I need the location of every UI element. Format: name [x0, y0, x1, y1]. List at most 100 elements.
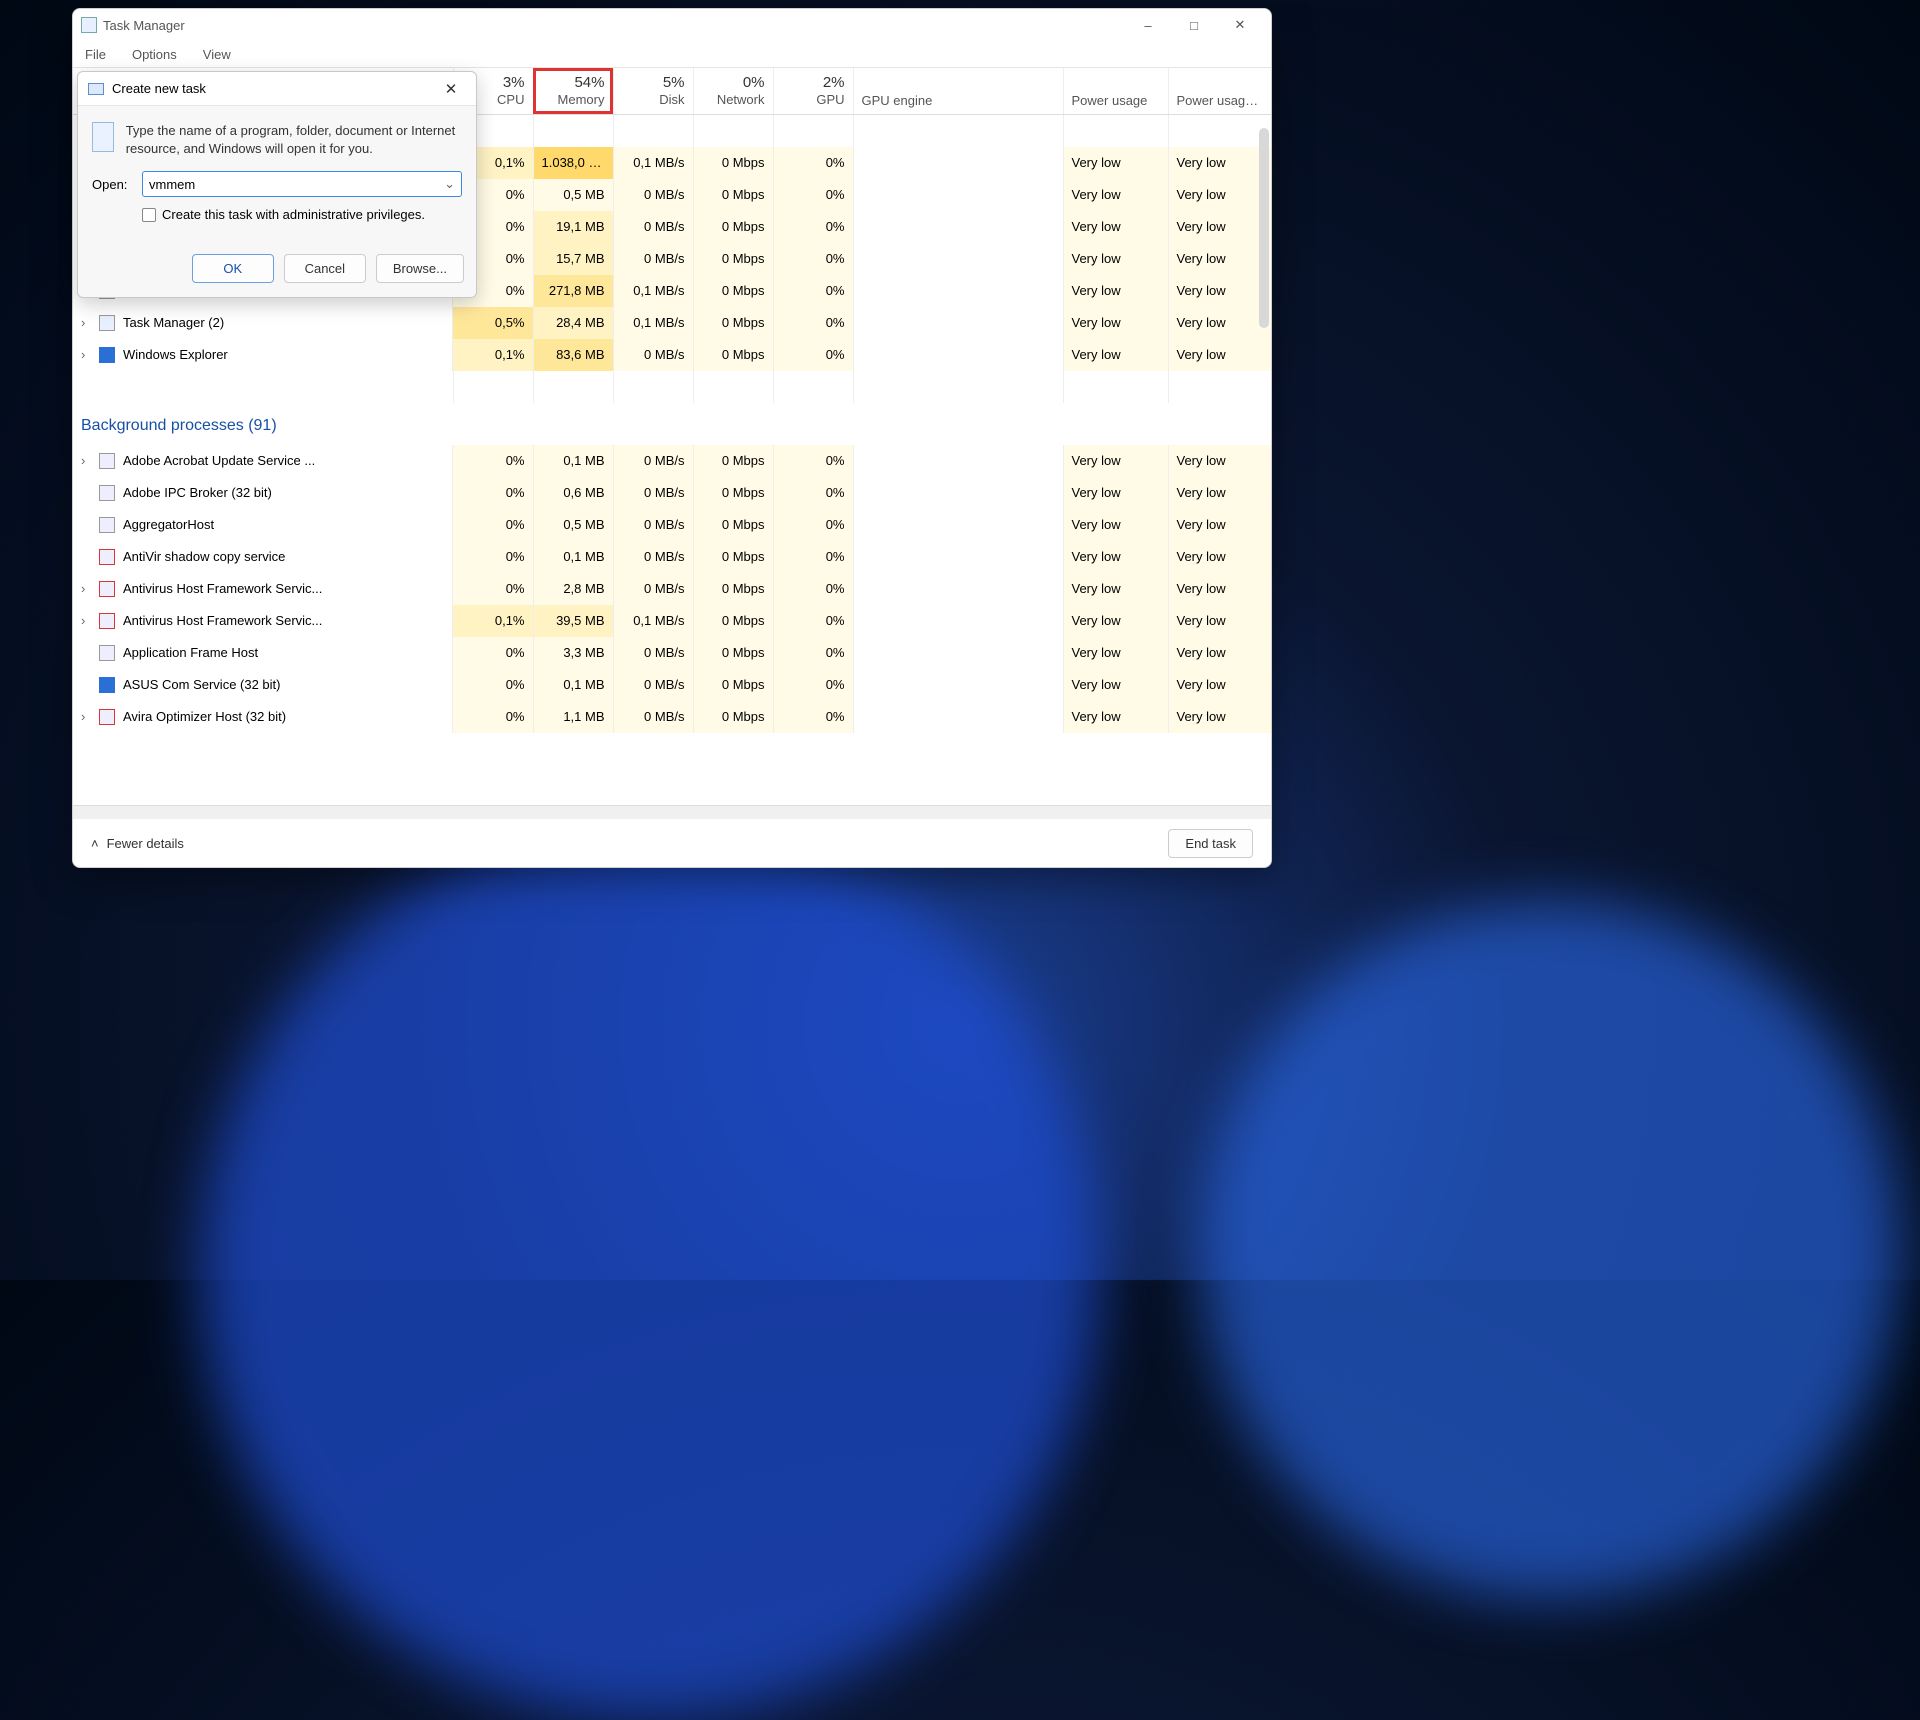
- col-power-trend[interactable]: Power usage tr...: [1168, 68, 1271, 114]
- cell-network: 0 Mbps: [693, 701, 773, 733]
- cell-gpu: 0%: [773, 147, 853, 179]
- col-disk[interactable]: 5%Disk: [613, 68, 693, 114]
- col-gpu-engine[interactable]: GPU engine: [853, 68, 1063, 114]
- cell-cpu: 0%: [453, 541, 533, 573]
- ok-button[interactable]: OK: [192, 254, 274, 283]
- chevron-right-icon[interactable]: ›: [81, 453, 91, 468]
- process-icon: [99, 677, 115, 693]
- process-name: ASUS Com Service (32 bit): [123, 677, 281, 692]
- dialog-description: Type the name of a program, folder, docu…: [126, 122, 462, 157]
- minimize-button[interactable]: –: [1125, 9, 1171, 41]
- cell-power-trend: Very low: [1168, 701, 1271, 733]
- cell-memory: 0,1 MB: [533, 541, 613, 573]
- cell-memory: 271,8 MB: [533, 275, 613, 307]
- process-icon: [99, 613, 115, 629]
- cell-power: Very low: [1063, 275, 1168, 307]
- table-row[interactable]: ›Task Manager (2) 0,5% 28,4 MB 0,1 MB/s …: [73, 307, 1271, 339]
- col-power[interactable]: Power usage: [1063, 68, 1168, 114]
- section-header[interactable]: Background processes (91): [73, 403, 1271, 445]
- menu-options[interactable]: Options: [126, 45, 183, 64]
- table-row[interactable]: ›Antivirus Host Framework Servic... 0% 2…: [73, 573, 1271, 605]
- chevron-right-icon[interactable]: ›: [81, 581, 91, 596]
- cell-power-trend: Very low: [1168, 339, 1271, 371]
- table-row[interactable]: Adobe IPC Broker (32 bit) 0% 0,6 MB 0 MB…: [73, 477, 1271, 509]
- table-row[interactable]: ›Adobe Acrobat Update Service ... 0% 0,1…: [73, 445, 1271, 477]
- col-gpu[interactable]: 2%GPU: [773, 68, 853, 114]
- cell-disk: 0,1 MB/s: [613, 307, 693, 339]
- menubar: File Options View: [73, 41, 1271, 67]
- cell-power: Very low: [1063, 509, 1168, 541]
- process-name: Antivirus Host Framework Servic...: [123, 581, 322, 596]
- cell-cpu: 0%: [453, 637, 533, 669]
- cell-power: Very low: [1063, 307, 1168, 339]
- cell-power: Very low: [1063, 445, 1168, 477]
- menu-file[interactable]: File: [79, 45, 112, 64]
- cell-network: 0 Mbps: [693, 211, 773, 243]
- cell-power: Very low: [1063, 701, 1168, 733]
- cell-power-trend: Very low: [1168, 211, 1271, 243]
- menu-view[interactable]: View: [197, 45, 237, 64]
- cell-power-trend: Very low: [1168, 605, 1271, 637]
- open-combobox[interactable]: ⌄: [142, 171, 462, 197]
- admin-checkbox[interactable]: [142, 208, 156, 222]
- table-row[interactable]: ›Antivirus Host Framework Servic... 0,1%…: [73, 605, 1271, 637]
- cell-gpu-engine: [853, 243, 1063, 275]
- chevron-down-icon[interactable]: ⌄: [444, 176, 455, 192]
- end-task-button[interactable]: End task: [1168, 829, 1253, 858]
- process-icon: [99, 709, 115, 725]
- cell-power: Very low: [1063, 573, 1168, 605]
- process-name: AntiVir shadow copy service: [123, 549, 285, 564]
- cell-disk: 0 MB/s: [613, 445, 693, 477]
- chevron-right-icon[interactable]: ›: [81, 613, 91, 628]
- cell-gpu: 0%: [773, 669, 853, 701]
- admin-label: Create this task with administrative pri…: [162, 207, 425, 222]
- horizontal-scrollbar[interactable]: [73, 805, 1271, 819]
- cell-gpu-engine: [853, 669, 1063, 701]
- cell-disk: 0 MB/s: [613, 243, 693, 275]
- browse-button[interactable]: Browse...: [376, 254, 464, 283]
- open-input[interactable]: [149, 177, 444, 192]
- process-icon: [99, 315, 115, 331]
- cell-memory: 39,5 MB: [533, 605, 613, 637]
- cell-gpu: 0%: [773, 637, 853, 669]
- fewer-details-toggle[interactable]: ˄ Fewer details: [91, 836, 184, 851]
- table-row[interactable]: Application Frame Host 0% 3,3 MB 0 MB/s …: [73, 637, 1271, 669]
- run-dialog-icon: [88, 83, 104, 95]
- process-name: AggregatorHost: [123, 517, 214, 532]
- cancel-button[interactable]: Cancel: [284, 254, 366, 283]
- cell-network: 0 Mbps: [693, 573, 773, 605]
- cell-cpu: 0,1%: [453, 605, 533, 637]
- process-icon: [99, 517, 115, 533]
- table-row[interactable]: ›Avira Optimizer Host (32 bit) 0% 1,1 MB…: [73, 701, 1271, 733]
- col-network[interactable]: 0%Network: [693, 68, 773, 114]
- table-row[interactable]: ASUS Com Service (32 bit) 0% 0,1 MB 0 MB…: [73, 669, 1271, 701]
- maximize-button[interactable]: □: [1171, 9, 1217, 41]
- cell-power: Very low: [1063, 605, 1168, 637]
- cell-memory: 3,3 MB: [533, 637, 613, 669]
- cell-network: 0 Mbps: [693, 339, 773, 371]
- table-row[interactable]: AggregatorHost 0% 0,5 MB 0 MB/s 0 Mbps 0…: [73, 509, 1271, 541]
- vertical-scrollbar[interactable]: [1259, 128, 1269, 328]
- titlebar[interactable]: Task Manager – □ ✕: [73, 9, 1271, 41]
- table-row[interactable]: AntiVir shadow copy service 0% 0,1 MB 0 …: [73, 541, 1271, 573]
- cell-memory: 15,7 MB: [533, 243, 613, 275]
- dialog-close-button[interactable]: ✕: [436, 80, 466, 98]
- cell-power: Very low: [1063, 541, 1168, 573]
- cell-disk: 0 MB/s: [613, 541, 693, 573]
- chevron-right-icon[interactable]: ›: [81, 709, 91, 724]
- process-name: Task Manager (2): [123, 315, 224, 330]
- process-name: Windows Explorer: [123, 347, 228, 362]
- cell-gpu-engine: [853, 445, 1063, 477]
- cell-disk: 0 MB/s: [613, 701, 693, 733]
- col-memory[interactable]: 54%Memory: [533, 68, 613, 114]
- cell-power: Very low: [1063, 179, 1168, 211]
- cell-power: Very low: [1063, 669, 1168, 701]
- chevron-right-icon[interactable]: ›: [81, 347, 91, 362]
- chevron-right-icon[interactable]: ›: [81, 315, 91, 330]
- cell-power-trend: Very low: [1168, 541, 1271, 573]
- table-row[interactable]: ›Windows Explorer 0,1% 83,6 MB 0 MB/s 0 …: [73, 339, 1271, 371]
- cell-memory: 1.038,0 MB: [533, 147, 613, 179]
- process-name: Adobe IPC Broker (32 bit): [123, 485, 272, 500]
- cell-power-trend: Very low: [1168, 509, 1271, 541]
- close-button[interactable]: ✕: [1217, 9, 1263, 41]
